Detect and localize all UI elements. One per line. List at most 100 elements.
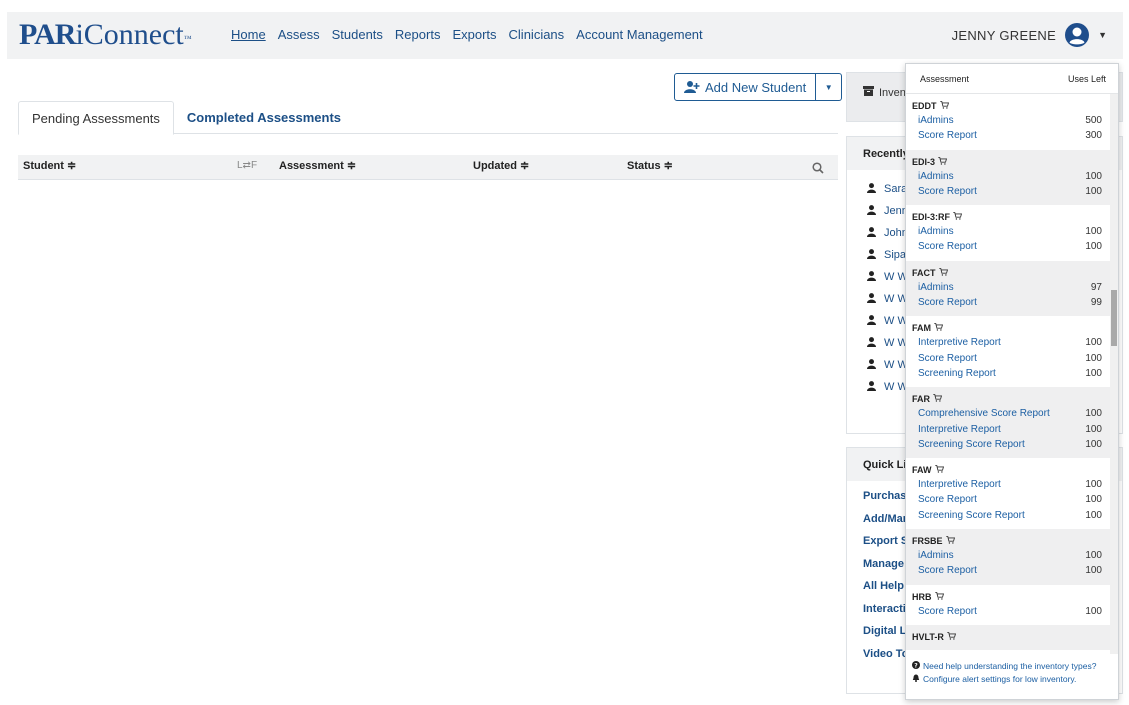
inventory-item-name: Screening Report <box>918 367 996 379</box>
inventory-item-name: Score Report <box>918 297 977 309</box>
inventory-item[interactable]: Score Report 100 <box>912 563 1110 578</box>
inventory-group: FAM Interpretive Report 100 Score Report 100… <box>906 316 1110 387</box>
assessment-code: HRB <box>912 591 932 602</box>
inventory-group: FAR Comprehensive Score Report 100 Interpre… <box>906 387 1110 459</box>
inventory-item-count: 100 <box>1085 509 1102 521</box>
inventory-item-name: Interpretive Report <box>918 337 1001 349</box>
nav-account-management[interactable]: Account Management <box>576 27 702 42</box>
inventory-item[interactable]: iAdmins 100 <box>912 169 1110 184</box>
inventory-group: FRSBE iAdmins 100 Score Report 100 <box>906 529 1110 585</box>
chevron-down-icon[interactable]: ▼ <box>1098 30 1107 40</box>
inventory-item-count: 100 <box>1085 170 1102 182</box>
cart-icon[interactable] <box>938 267 948 278</box>
svg-text:?: ? <box>914 662 918 669</box>
cart-icon[interactable] <box>945 536 955 546</box>
inventory-item[interactable]: Score Report 99 <box>912 295 1110 310</box>
tab-pending-assessments[interactable]: Pending Assessments <box>18 101 174 135</box>
cart-icon[interactable] <box>934 323 944 333</box>
inventory-item[interactable]: Score Report 100 <box>912 492 1110 507</box>
inventory-group-title: FAW <box>912 463 1110 477</box>
nav-home[interactable]: Home <box>231 27 266 42</box>
user-name: JENNY GREENE <box>951 27 1057 43</box>
recent-student-name: Sipa <box>884 249 907 261</box>
inventory-item[interactable]: Screening Score Report 100 <box>912 508 1110 523</box>
nav-clinicians[interactable]: Clinicians <box>509 27 565 42</box>
nav-reports[interactable]: Reports <box>395 27 441 42</box>
alert-settings-link[interactable]: Configure alert settings for low invento… <box>912 673 1118 686</box>
inventory-item-count: 100 <box>1085 185 1102 197</box>
user-menu[interactable]: JENNY GREENE ▼ <box>952 22 1107 48</box>
scrollbar-thumb[interactable] <box>1111 290 1117 346</box>
column-status[interactable]: Status ≑ <box>627 159 673 172</box>
add-student-dropdown-toggle[interactable]: ▼ <box>816 73 843 101</box>
inventory-item[interactable]: Screening Report 100 <box>912 366 1110 381</box>
cart-icon[interactable] <box>953 212 963 222</box>
inventory-item[interactable]: iAdmins 97 <box>912 280 1110 295</box>
cart-icon[interactable] <box>934 591 944 602</box>
inventory-item-count: 100 <box>1085 565 1102 577</box>
column-assessment[interactable]: Assessment ≑ <box>279 159 356 172</box>
inventory-item-count: 100 <box>1085 494 1102 506</box>
inventory-footer: ? Need help understanding the inventory … <box>912 660 1118 686</box>
inventory-item-count: 97 <box>1090 281 1102 293</box>
nav-assess[interactable]: Assess <box>278 27 320 42</box>
user-icon <box>867 248 876 262</box>
brand-trademark: ™ <box>183 34 192 43</box>
inventory-item[interactable]: Interpretive Report 100 <box>912 422 1110 437</box>
inventory-item-count: 100 <box>1085 438 1102 450</box>
inventory-scrollbar[interactable] <box>1110 94 1118 654</box>
inventory-item[interactable]: Screening Score Report 100 <box>912 437 1110 452</box>
assessment-code: FRSBE <box>912 536 943 547</box>
assessment-code: FAM <box>912 323 931 334</box>
inventory-item[interactable]: iAdmins 100 <box>912 548 1110 563</box>
inventory-group-title: EDDT <box>912 99 1110 113</box>
column-student[interactable]: Student ≑ <box>23 159 76 172</box>
help-link-text: Need help understanding the inventory ty… <box>923 661 1097 671</box>
user-icon <box>867 336 876 350</box>
user-icon <box>867 182 876 196</box>
nav-exports[interactable]: Exports <box>452 27 496 42</box>
lf-toggle[interactable]: L⇄F <box>237 160 257 171</box>
inventory-item[interactable]: Interpretive Report 100 <box>912 477 1110 492</box>
assessment-code: EDI-3 <box>912 156 936 167</box>
inventory-item[interactable]: Score Report 100 <box>912 351 1110 366</box>
inventory-item[interactable]: iAdmins 100 <box>912 224 1110 239</box>
cart-icon[interactable] <box>933 394 943 404</box>
assessment-tabs: Pending Assessments Completed Assessment… <box>18 101 838 135</box>
assessment-code: FAR <box>912 394 930 405</box>
inventory-item[interactable]: Score Report 100 <box>912 604 1110 619</box>
user-icon <box>867 270 876 284</box>
brand-logo[interactable]: PARiConnect™ <box>19 18 192 52</box>
inventory-item[interactable]: Comprehensive Score Report 100 <box>912 406 1110 421</box>
inventory-item[interactable]: Interpretive Report 100 <box>912 335 1110 350</box>
inventory-item-count: 100 <box>1085 605 1102 617</box>
column-updated[interactable]: Updated ≑ <box>473 159 529 172</box>
user-icon <box>867 226 876 240</box>
inventory-item-name: Score Report <box>918 185 977 197</box>
inventory-item[interactable]: Score Report 300 <box>912 128 1110 143</box>
inventory-item[interactable]: Score Report 100 <box>912 184 1110 199</box>
inventory-dropdown-header: Assessment Uses Left <box>906 64 1118 94</box>
main-nav: Home Assess Students Reports Exports Cli… <box>231 27 703 42</box>
cart-icon[interactable] <box>947 632 956 642</box>
user-avatar-icon[interactable] <box>1064 22 1090 48</box>
inventory-item-name: iAdmins <box>918 226 954 238</box>
inventory-group-title: EDI-3 <box>912 155 1110 169</box>
cart-icon[interactable] <box>939 101 949 111</box>
nav-students[interactable]: Students <box>332 27 383 42</box>
inventory-item-name: Screening Score Report <box>918 438 1025 450</box>
inventory-item[interactable]: Score Report 100 <box>912 239 1110 254</box>
search-icon[interactable] <box>812 161 824 179</box>
header-assessment: Assessment <box>920 73 970 84</box>
inventory-list: EDDT iAdmins 500 Score Report 300 EDI-3 iAdmin… <box>906 94 1110 654</box>
inventory-group: EDI-3 iAdmins 100 Score Report 100 <box>906 149 1110 206</box>
inventory-item-name: Score Report <box>918 605 977 617</box>
cart-icon[interactable] <box>938 156 948 167</box>
inventory-item[interactable]: iAdmins 500 <box>912 113 1110 128</box>
tab-completed-assessments[interactable]: Completed Assessments <box>174 101 354 134</box>
user-icon <box>867 380 876 394</box>
help-link[interactable]: ? Need help understanding the inventory … <box>912 660 1118 673</box>
add-new-student-button[interactable]: Add New Student <box>674 73 817 101</box>
cart-icon[interactable] <box>934 465 944 475</box>
inventory-item-name: iAdmins <box>918 170 954 182</box>
